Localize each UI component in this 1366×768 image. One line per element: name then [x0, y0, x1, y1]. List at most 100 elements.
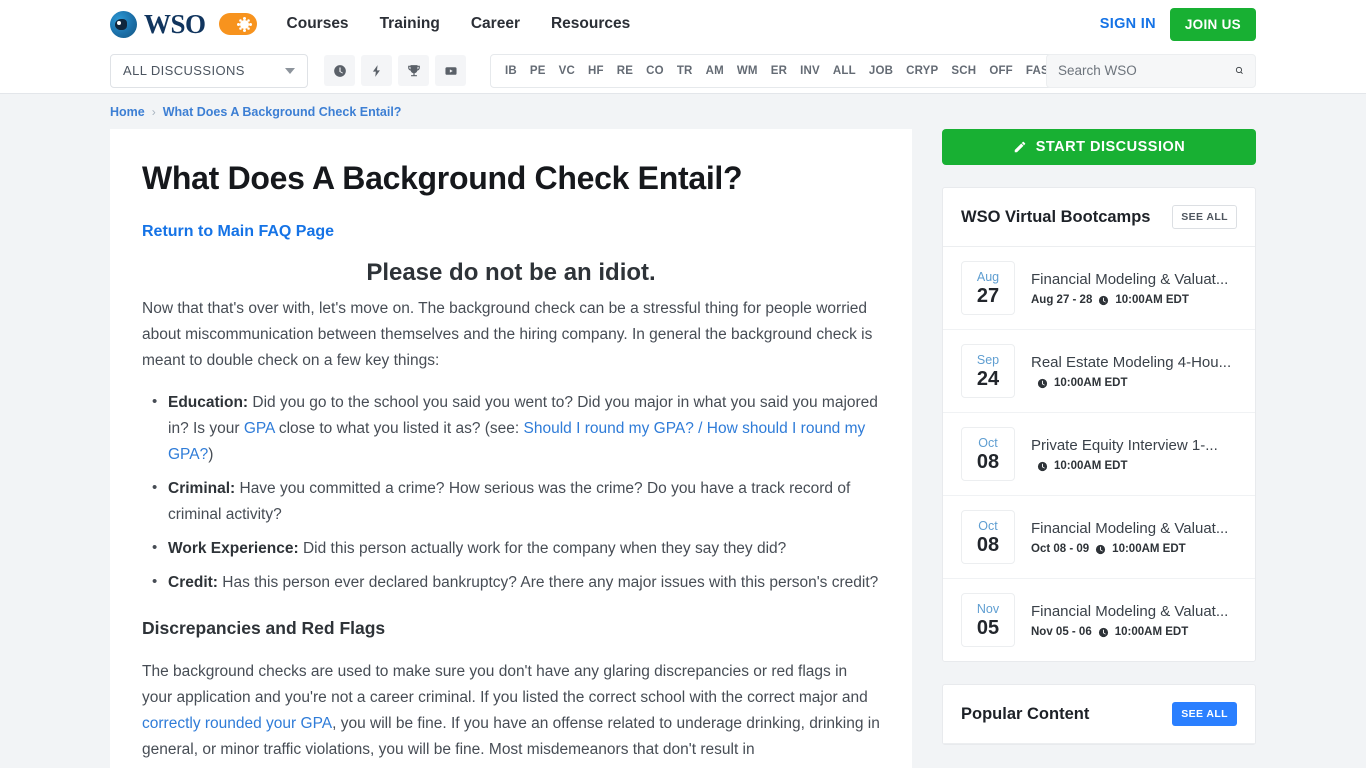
- search-box[interactable]: [1046, 53, 1256, 88]
- sidebar: START DISCUSSION WSO Virtual Bootcamps S…: [942, 129, 1256, 745]
- nav-item-courses[interactable]: Courses: [287, 15, 349, 33]
- tag-off[interactable]: OFF: [989, 65, 1013, 77]
- event-time: 10:00AM EDT: [1054, 377, 1128, 389]
- breadcrumb-current[interactable]: What Does A Background Check Entail?: [163, 105, 402, 119]
- logo-text: WSO: [144, 8, 206, 39]
- tag-pe[interactable]: PE: [530, 65, 546, 77]
- return-to-faq-link[interactable]: Return to Main FAQ Page: [142, 223, 334, 241]
- list-item[interactable]: Oct 08 Financial Modeling & Valuat... Oc…: [943, 496, 1255, 579]
- tag-co[interactable]: CO: [646, 65, 664, 77]
- bootcamps-see-all-button[interactable]: SEE ALL: [1172, 205, 1237, 229]
- sign-in-link[interactable]: SIGN IN: [1100, 16, 1156, 32]
- popular-content-card: Popular Content SEE ALL: [942, 684, 1256, 745]
- tag-inv[interactable]: INV: [800, 65, 820, 77]
- event-time: 10:00AM EDT: [1112, 543, 1186, 555]
- centered-heading: Please do not be an idiot.: [366, 259, 656, 287]
- tag-cryp[interactable]: CRYP: [906, 65, 938, 77]
- list-item[interactable]: Aug 27 Financial Modeling & Valuat... Au…: [943, 247, 1255, 330]
- popular-content-see-all-button[interactable]: SEE ALL: [1172, 702, 1237, 726]
- header-primary-row: WSO Courses Training Career Resources SI…: [0, 0, 1366, 48]
- nav-item-resources[interactable]: Resources: [551, 15, 630, 33]
- tag-wm[interactable]: WM: [737, 65, 758, 77]
- discussions-filter-select[interactable]: ALL DISCUSSIONS: [110, 53, 308, 88]
- event-dates: Aug 27 - 28: [1031, 294, 1093, 306]
- bullet-text: ): [208, 446, 214, 464]
- join-us-button[interactable]: JOIN US: [1169, 7, 1256, 41]
- nav-item-career[interactable]: Career: [471, 15, 520, 33]
- category-tag-bar: IB PE VC HF RE CO TR AM WM ER INV ALL JO…: [490, 53, 1073, 88]
- theme-toggle-sun-icon[interactable]: [218, 13, 257, 35]
- event-title: Financial Modeling & Valuat...: [1031, 520, 1229, 537]
- header-secondary-row: ALL DISCUSSIONS IB PE VC HF RE CO TR AM …: [0, 48, 1366, 93]
- section-heading-discrepancies: Discrepancies and Red Flags: [142, 618, 386, 639]
- event-meta: 10:00AM EDT: [1031, 460, 1237, 472]
- event-date-badge: Oct 08: [961, 510, 1015, 564]
- tag-am[interactable]: AM: [706, 65, 724, 77]
- breadcrumb-separator-icon: ›: [151, 105, 156, 119]
- event-month: Sep: [976, 352, 1000, 367]
- list-item: Criminal: Have you committed a crime? Ho…: [142, 475, 880, 528]
- clock-icon[interactable]: [324, 55, 355, 86]
- breadcrumb-home[interactable]: Home: [110, 105, 145, 119]
- paragraph-text: The background checks are used to make s…: [142, 663, 868, 707]
- search-input[interactable]: [1058, 63, 1235, 78]
- start-discussion-button[interactable]: START DISCUSSION: [942, 129, 1256, 165]
- nav-item-training[interactable]: Training: [380, 15, 440, 33]
- event-dates: Oct 08 - 09: [1031, 543, 1090, 555]
- event-month: Oct: [978, 435, 998, 450]
- intro-paragraph: Now that that's over with, let's move on…: [142, 300, 873, 370]
- event-date-badge: Nov 05: [961, 593, 1015, 647]
- youtube-icon[interactable]: [435, 55, 466, 86]
- list-item[interactable]: Nov 05 Financial Modeling & Valuat... No…: [943, 579, 1255, 661]
- popular-content-title: Popular Content: [961, 704, 1090, 723]
- event-body: Private Equity Interview 1-... 10:00AM E…: [1031, 436, 1237, 472]
- event-day: 27: [976, 284, 1000, 307]
- event-body: Financial Modeling & Valuat... Nov 05 - …: [1031, 602, 1237, 638]
- tag-er[interactable]: ER: [771, 65, 787, 77]
- event-day: 24: [976, 367, 1000, 390]
- event-date-badge: Sep 24: [961, 344, 1015, 398]
- page-layout: What Does A Background Check Entail? Ret…: [0, 129, 1366, 768]
- event-meta: Aug 27 - 28 10:00AM EDT: [1031, 294, 1237, 306]
- event-day: 08: [976, 533, 1000, 556]
- tag-hf[interactable]: HF: [588, 65, 604, 77]
- article-panel: What Does A Background Check Entail? Ret…: [110, 129, 912, 768]
- site-logo[interactable]: WSO: [110, 8, 206, 39]
- bolt-icon[interactable]: [361, 55, 392, 86]
- background-check-list: Education: Did you go to the school you …: [142, 389, 880, 596]
- tag-tr[interactable]: TR: [677, 65, 693, 77]
- tag-sch[interactable]: SCH: [951, 65, 976, 77]
- quick-links: [324, 55, 466, 86]
- clock-icon: [1098, 627, 1109, 638]
- auth-actions: SIGN IN JOIN US: [1100, 0, 1256, 48]
- discussions-filter-value: ALL DISCUSSIONS: [123, 63, 245, 78]
- bullet-term-criminal: Criminal:: [168, 480, 236, 498]
- event-time: 10:00AM EDT: [1114, 626, 1189, 638]
- bullet-term-credit: Credit:: [168, 574, 218, 592]
- event-meta: Nov 05 - 06 10:00AM EDT: [1031, 626, 1237, 638]
- tag-job[interactable]: JOB: [869, 65, 893, 77]
- trophy-icon[interactable]: [398, 55, 429, 86]
- event-date-badge: Oct 08: [961, 427, 1015, 481]
- event-meta: 10:00AM EDT: [1031, 377, 1237, 389]
- tag-ib[interactable]: IB: [505, 65, 517, 77]
- event-month: Oct: [978, 518, 998, 533]
- tag-vc[interactable]: VC: [559, 65, 575, 77]
- event-body: Financial Modeling & Valuat... Oct 08 - …: [1031, 519, 1237, 555]
- bullet-term-work-experience: Work Experience:: [168, 540, 299, 558]
- tag-re[interactable]: RE: [617, 65, 633, 77]
- wso-globe-icon: [110, 10, 137, 38]
- event-dates: Nov 05 - 06: [1031, 626, 1092, 638]
- rounded-gpa-link[interactable]: correctly rounded your GPA: [142, 715, 332, 732]
- bullet-text: Did this person actually work for the co…: [298, 540, 787, 558]
- clock-icon: [1037, 378, 1048, 389]
- list-item[interactable]: Oct 08 Private Equity Interview 1-... 10…: [943, 413, 1255, 496]
- tag-all[interactable]: ALL: [833, 65, 856, 77]
- list-item[interactable]: Sep 24 Real Estate Modeling 4-Hou... 10:…: [943, 330, 1255, 413]
- breadcrumb: Home › What Does A Background Check Enta…: [0, 94, 1366, 129]
- gpa-link[interactable]: GPA: [244, 420, 275, 437]
- clock-icon: [1037, 461, 1048, 472]
- bullet-text: Has this person ever declared bankruptcy…: [217, 574, 879, 592]
- event-title: Financial Modeling & Valuat...: [1031, 271, 1229, 288]
- event-title: Financial Modeling & Valuat...: [1031, 603, 1229, 620]
